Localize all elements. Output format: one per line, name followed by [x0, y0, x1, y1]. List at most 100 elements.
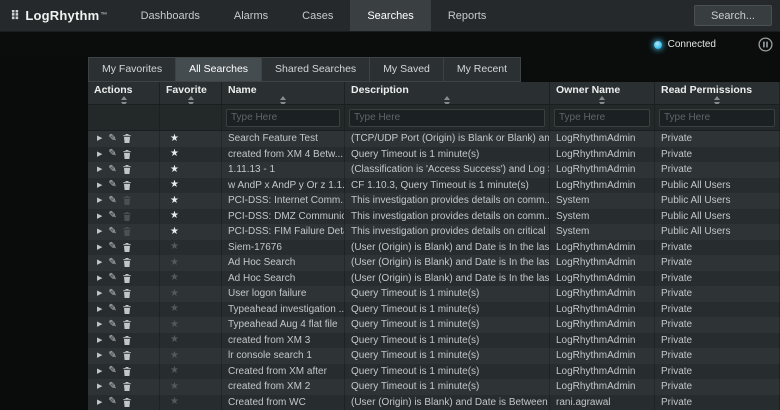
run-search-icon[interactable]: ▶ [97, 135, 102, 142]
delete-icon[interactable] [123, 398, 131, 407]
edit-icon[interactable]: ✎ [108, 335, 116, 345]
name-filter-input[interactable] [226, 109, 340, 127]
delete-icon[interactable] [123, 336, 131, 345]
tab-my-saved[interactable]: My Saved [369, 57, 444, 82]
favorite-star[interactable]: ★ [170, 366, 179, 376]
delete-icon[interactable] [123, 382, 131, 391]
table-row[interactable]: ▶ ✎ ★ User logon failure Query Timeout i… [88, 286, 780, 302]
edit-icon[interactable]: ✎ [108, 366, 116, 376]
favorite-star[interactable]: ★ [170, 289, 179, 299]
edit-icon[interactable]: ✎ [108, 242, 116, 252]
run-search-icon[interactable]: ▶ [97, 244, 102, 251]
edit-icon[interactable]: ✎ [108, 304, 116, 314]
nav-dashboards[interactable]: Dashboards [124, 0, 217, 31]
column-header-read-permissions[interactable]: Read Permissions [655, 82, 780, 104]
edit-icon[interactable]: ✎ [108, 258, 116, 268]
table-row[interactable]: ▶ ✎ ★ Typeahead investigation ... Query … [88, 302, 780, 318]
table-row[interactable]: ▶ ✎ ★ PCI-DSS: FIM Failure Detail This i… [88, 224, 780, 240]
table-row[interactable]: ▶ ✎ ★ Created from XM after Query Timeou… [88, 364, 780, 380]
favorite-star[interactable]: ★ [170, 165, 179, 175]
table-row[interactable]: ▶ ✎ ★ w AndP x AndP y Or z 1.1... CF 1.1… [88, 178, 780, 194]
delete-icon[interactable] [123, 320, 131, 329]
delete-icon[interactable] [123, 196, 131, 205]
table-row[interactable]: ▶ ✎ ★ Created from WC (User (Origin) is … [88, 395, 780, 410]
column-header-description[interactable]: Description [345, 82, 550, 104]
table-row[interactable]: ▶ ✎ ★ Typeahead Aug 4 flat file Query Ti… [88, 317, 780, 333]
favorite-star[interactable]: ★ [170, 134, 179, 144]
run-search-icon[interactable]: ▶ [97, 275, 102, 282]
edit-icon[interactable]: ✎ [108, 165, 116, 175]
table-row[interactable]: ▶ ✎ ★ Ad Hoc Search (User (Origin) is Bl… [88, 255, 780, 271]
run-search-icon[interactable]: ▶ [97, 182, 102, 189]
delete-icon[interactable] [123, 134, 131, 143]
run-search-icon[interactable]: ▶ [97, 368, 102, 375]
edit-icon[interactable]: ✎ [108, 134, 116, 144]
run-search-icon[interactable]: ▶ [97, 228, 102, 235]
edit-icon[interactable]: ✎ [108, 382, 116, 392]
delete-icon[interactable] [123, 150, 131, 159]
table-row[interactable]: ▶ ✎ ★ lr console search 1 Query Timeout … [88, 348, 780, 364]
table-row[interactable]: ▶ ✎ ★ Ad Hoc Search (User (Origin) is Bl… [88, 271, 780, 287]
favorite-star[interactable]: ★ [170, 149, 179, 159]
delete-icon[interactable] [123, 258, 131, 267]
edit-icon[interactable]: ✎ [108, 397, 116, 407]
delete-icon[interactable] [123, 367, 131, 376]
favorite-star[interactable]: ★ [170, 351, 179, 361]
table-row[interactable]: ▶ ✎ ★ Siem-17676 (User (Origin) is Blank… [88, 240, 780, 256]
nav-reports[interactable]: Reports [431, 0, 504, 31]
favorite-star[interactable]: ★ [170, 273, 179, 283]
run-search-icon[interactable]: ▶ [97, 290, 102, 297]
edit-icon[interactable]: ✎ [108, 289, 116, 299]
nav-cases[interactable]: Cases [285, 0, 350, 31]
edit-icon[interactable]: ✎ [108, 273, 116, 283]
pause-updates-button[interactable] [758, 37, 773, 52]
nav-searches[interactable]: Searches [350, 0, 430, 31]
edit-icon[interactable]: ✎ [108, 149, 116, 159]
favorite-star[interactable]: ★ [170, 180, 179, 190]
favorite-star[interactable]: ★ [170, 196, 179, 206]
description-filter-input[interactable] [349, 109, 545, 127]
run-search-icon[interactable]: ▶ [97, 197, 102, 204]
nav-alarms[interactable]: Alarms [217, 0, 285, 31]
column-header-owner-name[interactable]: Owner Name [550, 82, 655, 104]
edit-icon[interactable]: ✎ [108, 351, 116, 361]
permissions-filter-input[interactable] [659, 109, 775, 127]
run-search-icon[interactable]: ▶ [97, 383, 102, 390]
edit-icon[interactable]: ✎ [108, 196, 116, 206]
edit-icon[interactable]: ✎ [108, 320, 116, 330]
favorite-star[interactable]: ★ [170, 382, 179, 392]
column-header-name[interactable]: Name [222, 82, 345, 104]
column-header-favorite[interactable]: Favorite [160, 82, 222, 104]
edit-icon[interactable]: ✎ [108, 227, 116, 237]
delete-icon[interactable] [123, 165, 131, 174]
run-search-icon[interactable]: ▶ [97, 306, 102, 313]
favorite-star[interactable]: ★ [170, 320, 179, 330]
favorite-star[interactable]: ★ [170, 227, 179, 237]
run-search-icon[interactable]: ▶ [97, 399, 102, 406]
delete-icon[interactable] [123, 243, 131, 252]
tab-my-favorites[interactable]: My Favorites [88, 57, 176, 82]
run-search-icon[interactable]: ▶ [97, 213, 102, 220]
run-search-icon[interactable]: ▶ [97, 259, 102, 266]
table-row[interactable]: ▶ ✎ ★ Search Feature Test (TCP/UDP Port … [88, 131, 780, 147]
favorite-star[interactable]: ★ [170, 304, 179, 314]
table-row[interactable]: ▶ ✎ ★ created from XM 4 Betw... Query Ti… [88, 147, 780, 163]
delete-icon[interactable] [123, 305, 131, 314]
table-row[interactable]: ▶ ✎ ★ PCI-DSS: Internet Comm... This inv… [88, 193, 780, 209]
favorite-star[interactable]: ★ [170, 211, 179, 221]
owner-filter-input[interactable] [554, 109, 650, 127]
delete-icon[interactable] [123, 212, 131, 221]
table-row[interactable]: ▶ ✎ ★ PCI-DSS: DMZ Communic... This inve… [88, 209, 780, 225]
run-search-icon[interactable]: ▶ [97, 151, 102, 158]
favorite-star[interactable]: ★ [170, 242, 179, 252]
favorite-star[interactable]: ★ [170, 258, 179, 268]
run-search-icon[interactable]: ▶ [97, 166, 102, 173]
run-search-icon[interactable]: ▶ [97, 337, 102, 344]
table-row[interactable]: ▶ ✎ ★ created from XM 2 Query Timeout is… [88, 379, 780, 395]
delete-icon[interactable] [123, 181, 131, 190]
tab-my-recent[interactable]: My Recent [443, 57, 521, 82]
run-search-icon[interactable]: ▶ [97, 321, 102, 328]
tab-shared-searches[interactable]: Shared Searches [261, 57, 370, 82]
delete-icon[interactable] [123, 227, 131, 236]
delete-icon[interactable] [123, 274, 131, 283]
